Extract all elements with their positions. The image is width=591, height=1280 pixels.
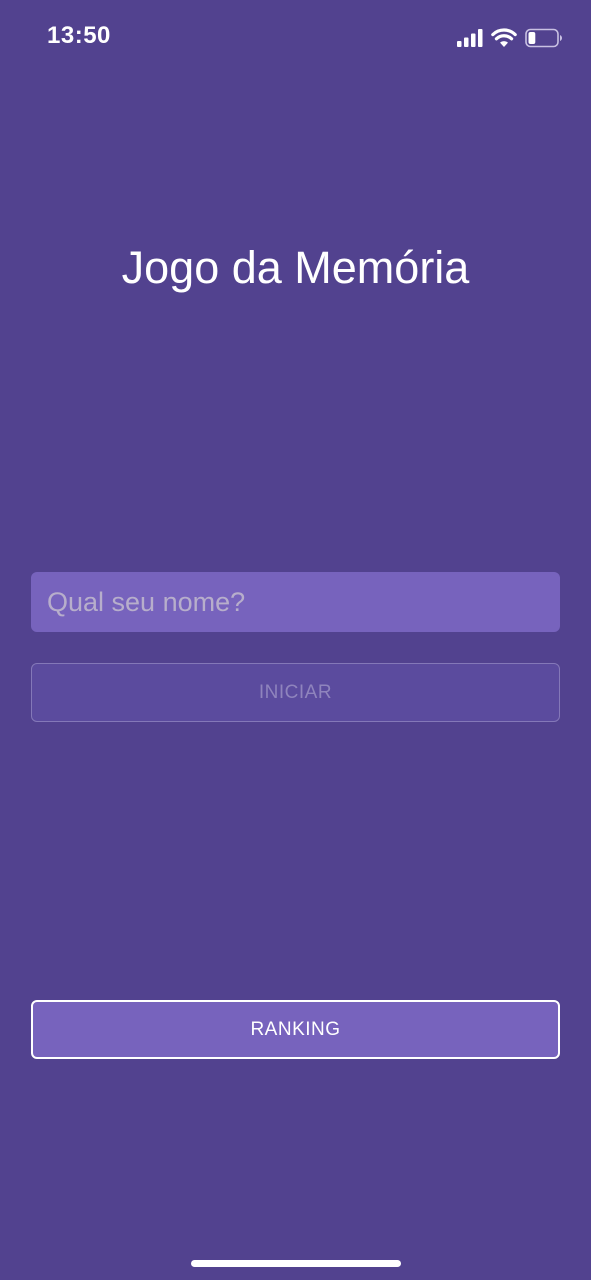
- page-title: Jogo da Memória: [121, 242, 470, 293]
- status-icons: [457, 24, 563, 52]
- start-button[interactable]: INICIAR: [31, 663, 560, 722]
- battery-icon: [525, 28, 562, 48]
- ranking-button[interactable]: RANKING: [31, 1000, 560, 1059]
- name-input[interactable]: [31, 572, 560, 632]
- status-time: 13:50: [47, 22, 111, 49]
- status-bar: 13:50: [0, 0, 591, 76]
- home-indicator[interactable]: [191, 1260, 401, 1267]
- wifi-icon: [491, 28, 517, 47]
- signal-icon: [457, 29, 483, 47]
